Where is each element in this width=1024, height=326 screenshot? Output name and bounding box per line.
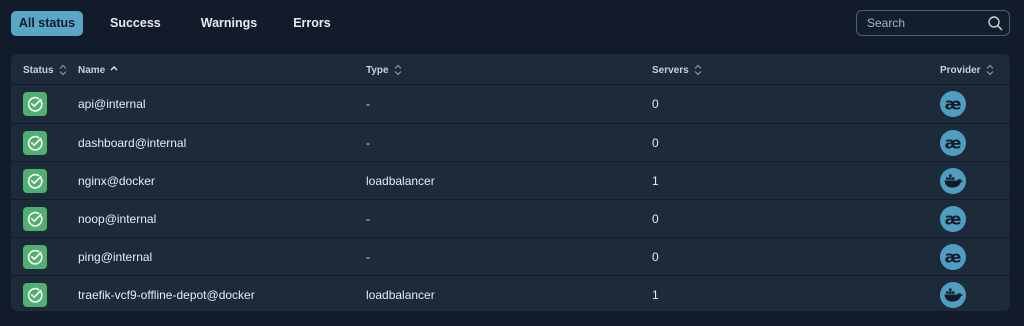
sort-both-icon — [986, 64, 994, 76]
tab-all-status[interactable]: All status — [11, 11, 83, 36]
tab-warnings[interactable]: Warnings — [188, 11, 270, 36]
table-row[interactable]: traefik-vcf9-offline-depot@docker loadba… — [11, 275, 1010, 311]
top-bar: All status Success Warnings Errors — [0, 0, 1024, 48]
service-name: api@internal — [78, 97, 146, 111]
sort-both-icon — [394, 64, 402, 76]
status-success-badge — [23, 283, 47, 307]
service-servers: 1 — [652, 174, 659, 188]
svg-text:æ: æ — [945, 248, 962, 267]
service-name: ping@internal — [78, 250, 153, 264]
check-circle-icon — [27, 211, 43, 227]
service-type: - — [366, 136, 370, 150]
table-row[interactable]: api@internal - 0 æ — [11, 85, 1010, 123]
service-servers: 0 — [652, 136, 659, 150]
status-success-badge — [23, 207, 47, 231]
service-name: traefik-vcf9-offline-depot@docker — [78, 288, 255, 302]
check-circle-icon — [27, 249, 43, 265]
header-servers-label: Servers — [652, 64, 689, 76]
check-circle-icon — [27, 96, 43, 112]
search-box[interactable] — [856, 10, 1010, 36]
docker-icon — [940, 168, 966, 194]
service-type: loadbalancer — [366, 288, 435, 302]
status-success-badge — [23, 245, 47, 269]
service-type: - — [366, 97, 370, 111]
status-success-badge — [23, 131, 47, 155]
service-servers: 0 — [652, 212, 659, 226]
service-type: - — [366, 250, 370, 264]
header-name[interactable]: Name — [78, 64, 119, 76]
check-circle-icon — [27, 135, 43, 151]
svg-text:æ: æ — [945, 210, 962, 229]
service-servers: 0 — [652, 97, 659, 111]
status-filter-tabs: All status Success Warnings Errors — [11, 11, 344, 36]
service-type: loadbalancer — [366, 174, 435, 188]
table-body: api@internal - 0 æ dashboard@internal - … — [11, 85, 1010, 311]
status-success-badge — [23, 92, 47, 116]
header-provider[interactable]: Provider — [940, 64, 995, 76]
sort-ascending-icon — [110, 66, 118, 71]
internal-icon: æ — [940, 244, 966, 270]
header-type-label: Type — [366, 64, 389, 76]
header-type[interactable]: Type — [366, 64, 403, 76]
service-name: nginx@docker — [78, 174, 155, 188]
table-row[interactable]: noop@internal - 0 æ — [11, 199, 1010, 237]
tab-success[interactable]: Success — [97, 11, 174, 36]
header-name-label: Name — [78, 64, 106, 76]
search-icon[interactable] — [987, 15, 1003, 31]
svg-text:æ: æ — [945, 95, 962, 114]
service-name: dashboard@internal — [78, 136, 187, 150]
table-row[interactable]: ping@internal - 0 æ — [11, 237, 1010, 275]
table-row[interactable]: dashboard@internal - 0 æ — [11, 123, 1010, 161]
header-status-label: Status — [23, 64, 54, 76]
header-provider-label: Provider — [940, 64, 981, 76]
check-circle-icon — [27, 173, 43, 189]
table-header: Status Name Type Servers Provider — [11, 54, 1010, 85]
services-table: Status Name Type Servers Provider api@in… — [11, 54, 1010, 311]
header-servers[interactable]: Servers — [652, 64, 703, 76]
internal-icon: æ — [940, 130, 966, 156]
check-circle-icon — [27, 287, 43, 303]
svg-text:æ: æ — [945, 134, 962, 153]
docker-icon — [940, 282, 966, 308]
internal-icon: æ — [940, 206, 966, 232]
internal-icon: æ — [940, 91, 966, 117]
header-status[interactable]: Status — [23, 64, 68, 76]
sort-both-icon — [59, 64, 66, 76]
service-name: noop@internal — [78, 212, 157, 226]
status-success-badge — [23, 169, 47, 193]
table-row[interactable]: nginx@docker loadbalancer 1 — [11, 161, 1010, 199]
service-servers: 0 — [652, 250, 659, 264]
service-type: - — [366, 212, 370, 226]
tab-errors[interactable]: Errors — [280, 11, 344, 36]
service-servers: 1 — [652, 288, 659, 302]
sort-both-icon — [694, 64, 702, 76]
search-input[interactable] — [867, 11, 985, 35]
